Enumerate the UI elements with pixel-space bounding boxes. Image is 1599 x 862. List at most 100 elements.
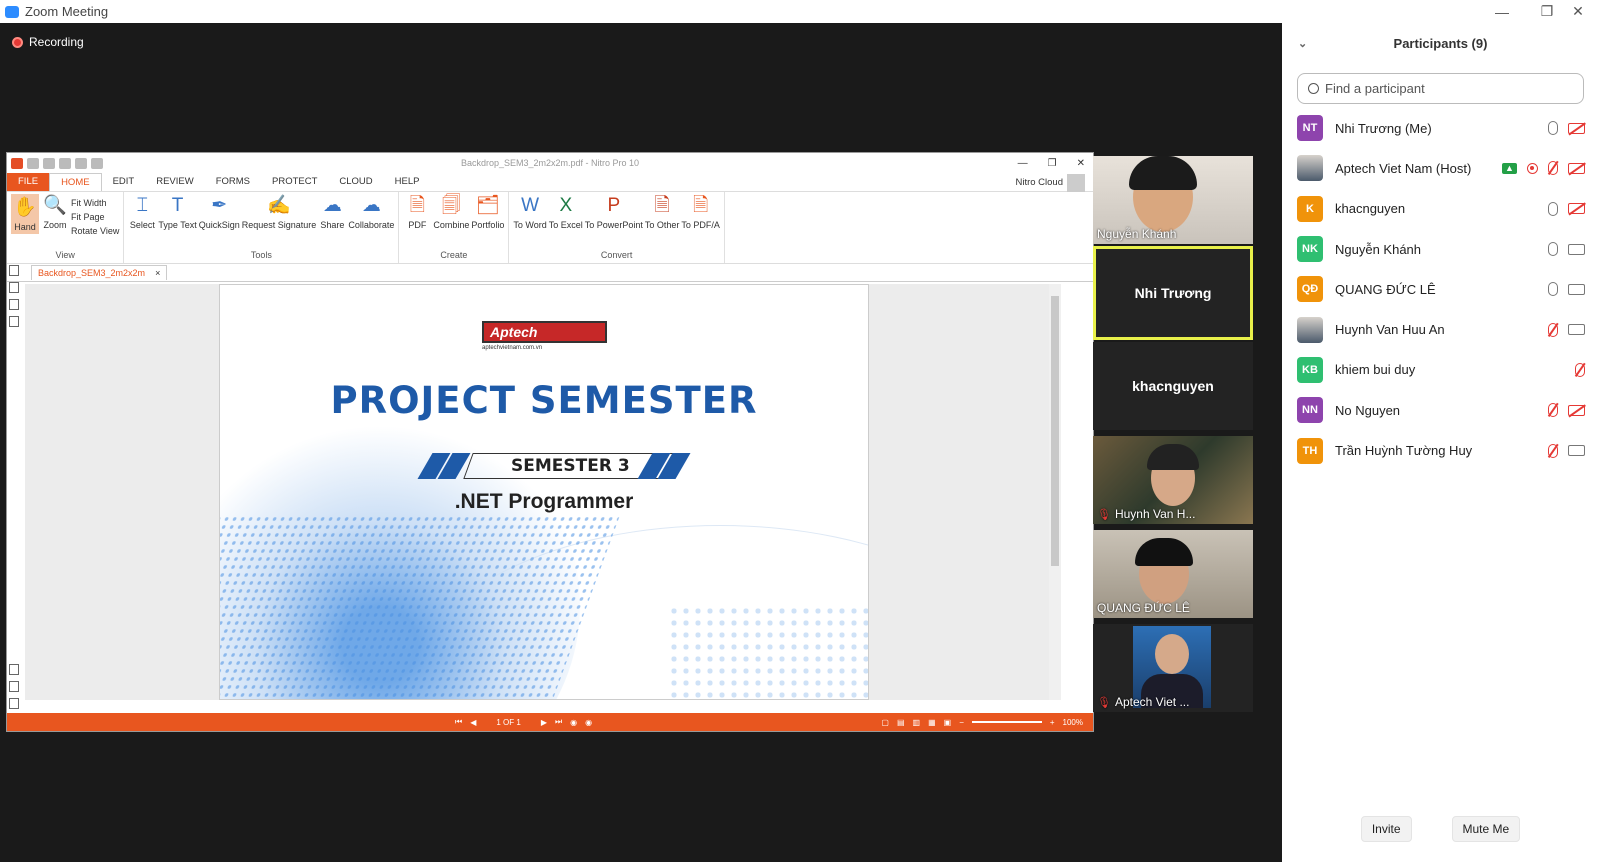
vertical-scrollbar[interactable] [1049, 284, 1061, 700]
participant-search[interactable]: Find a participant [1297, 73, 1584, 104]
zoom-in-icon[interactable]: + [1050, 718, 1055, 727]
participant-row[interactable]: KB khiem bui duy [1282, 350, 1599, 390]
video-off-icon[interactable] [1568, 162, 1585, 174]
document-tab[interactable]: Backdrop_SEM3_2m2x2m × [31, 265, 168, 280]
video-off-icon[interactable] [1568, 404, 1585, 416]
participant-row[interactable]: QĐ QUANG ĐỨC LÊ [1282, 269, 1599, 309]
zoom-level[interactable]: 100% [1063, 718, 1083, 727]
ribbon: ✋ Hand 🔍 Zoom Fit Width Fit Page Rotate Vi… [7, 192, 1093, 264]
participant-row[interactable]: TH Trần Huỳnh Tường Huy [1282, 430, 1599, 470]
select-button[interactable]: ⌶ Select [128, 194, 156, 230]
to-powerpoint-button[interactable]: P To PowerPoint [585, 194, 643, 230]
to-other-button[interactable]: 🗎 To Other [645, 194, 680, 230]
mic-muted-icon[interactable] [1575, 362, 1585, 377]
video-tile[interactable]: khacnguyen [1093, 342, 1253, 430]
video-tile[interactable]: 🎙 Huynh Van H... [1093, 436, 1253, 524]
bookmarks-panel-icon[interactable] [9, 282, 19, 293]
aptech-logo: Aptech [482, 321, 607, 343]
layers-panel-icon[interactable] [9, 299, 19, 310]
close-tab-icon[interactable]: × [155, 268, 160, 278]
tab-home[interactable]: HOME [49, 173, 102, 191]
video-tile[interactable]: Nguyễn Khánh [1093, 156, 1253, 244]
portfolio-button[interactable]: 🗂 Portfolio [471, 194, 504, 230]
collaborate-button[interactable]: ☁ Collaborate [348, 194, 394, 230]
fullscreen-icon[interactable]: ▣ [944, 718, 952, 727]
prev-page-icon[interactable]: ◀ [470, 718, 476, 727]
share-button[interactable]: ☁ Share [318, 194, 346, 230]
tab-file[interactable]: FILE [7, 173, 50, 191]
participant-row[interactable]: NN No Nguyen [1282, 390, 1599, 430]
tab-protect[interactable]: PROTECT [261, 173, 328, 191]
pdf-button[interactable]: 🗎 PDF [403, 194, 431, 230]
request-signature-button[interactable]: ✍ Request Signature [242, 194, 317, 230]
page-indicator[interactable]: 1 OF 1 [496, 718, 520, 727]
scroll-thumb[interactable] [1051, 296, 1059, 566]
mic-muted-icon[interactable] [1548, 161, 1558, 176]
mic-icon[interactable] [1548, 242, 1558, 257]
video-off-icon[interactable] [1568, 203, 1585, 215]
forward-icon[interactable]: ◉ [585, 718, 592, 727]
participant-row[interactable]: Huynh Van Huu An [1282, 309, 1599, 349]
participant-row[interactable]: NT Nhi Trương (Me) [1282, 108, 1599, 148]
invite-button[interactable]: Invite [1360, 816, 1412, 842]
video-icon[interactable] [1568, 243, 1585, 255]
quicksign-button[interactable]: ✒ QuickSign [199, 194, 240, 230]
continuous-icon[interactable]: ▤ [897, 718, 905, 727]
tab-help[interactable]: HELP [384, 173, 431, 191]
mic-muted-icon[interactable] [1548, 443, 1558, 458]
zoom-slider[interactable] [971, 721, 1042, 723]
tab-review[interactable]: REVIEW [145, 173, 204, 191]
video-off-icon[interactable] [1568, 122, 1585, 134]
mic-muted-icon[interactable] [1548, 322, 1558, 337]
facing-icon[interactable]: ▥ [913, 718, 921, 727]
participant-row[interactable]: NK Nguyễn Khánh [1282, 229, 1599, 269]
type-text-button[interactable]: T Type Text [158, 194, 196, 230]
mute-me-button[interactable]: Mute Me [1451, 816, 1521, 842]
back-icon[interactable]: ◉ [570, 718, 577, 727]
next-page-icon[interactable]: ▶ [541, 718, 547, 727]
participant-row[interactable]: Aptech Viet Nam (Host) ▲ [1282, 148, 1599, 188]
video-tile[interactable]: 🎙 Aptech Viet ... [1093, 624, 1253, 712]
fit-page-button[interactable]: Fit Page [71, 212, 119, 222]
nitro-restore-icon[interactable]: ❐ [1048, 158, 1057, 169]
chevron-down-icon[interactable]: ⌄ [1298, 37, 1307, 50]
tab-cloud[interactable]: CLOUD [328, 173, 383, 191]
tab-edit[interactable]: EDIT [102, 173, 146, 191]
video-icon[interactable] [1568, 324, 1585, 336]
comments-panel-icon[interactable] [9, 664, 19, 675]
combine-button[interactable]: 🗐 Combine [433, 194, 469, 230]
recording-indicator[interactable]: Recording [12, 35, 84, 49]
attachments-panel-icon[interactable] [9, 316, 19, 327]
single-page-icon[interactable]: ▢ [881, 718, 889, 727]
facing-continuous-icon[interactable]: ▦ [928, 718, 936, 727]
video-icon[interactable] [1568, 445, 1585, 457]
close-button[interactable]: ✕ [1556, 0, 1599, 23]
mic-icon[interactable] [1548, 121, 1558, 136]
rotate-view-button[interactable]: Rotate View [71, 226, 119, 236]
to-pdfa-button[interactable]: 🗎 To PDF/A [681, 194, 720, 230]
mic-icon[interactable] [1548, 282, 1558, 297]
nitro-cloud-account[interactable]: Nitro Cloud [1015, 173, 1085, 192]
output-panel-icon[interactable] [9, 698, 19, 709]
fit-width-button[interactable]: Fit Width [71, 198, 119, 208]
participant-row[interactable]: Kkhacnguyen [1282, 189, 1599, 229]
tab-forms[interactable]: FORMS [205, 173, 261, 191]
zoom-button[interactable]: 🔍 Zoom [41, 194, 69, 230]
to-word-button[interactable]: W To Word [513, 194, 546, 230]
mic-icon[interactable] [1548, 201, 1558, 216]
first-page-icon[interactable]: ⏮ [455, 717, 462, 727]
minimize-button[interactable]: — [1480, 0, 1524, 23]
video-tile-active[interactable]: Nhi Trương [1093, 246, 1253, 340]
hand-button[interactable]: ✋ Hand [11, 194, 39, 234]
pages-panel-icon[interactable] [9, 265, 19, 276]
nitro-close-icon[interactable]: ✕ [1077, 158, 1085, 169]
nitro-minimize-icon[interactable]: — [1018, 158, 1028, 169]
to-excel-button[interactable]: X To Excel [549, 194, 583, 230]
video-icon[interactable] [1568, 283, 1585, 295]
avatar [1297, 155, 1323, 182]
mic-muted-icon[interactable] [1548, 403, 1558, 418]
last-page-icon[interactable]: ⏭ [555, 717, 562, 727]
zoom-out-icon[interactable]: − [959, 718, 964, 727]
video-tile[interactable]: QUANG ĐỨC LÊ [1093, 530, 1253, 618]
signatures-panel-icon[interactable] [9, 681, 19, 692]
